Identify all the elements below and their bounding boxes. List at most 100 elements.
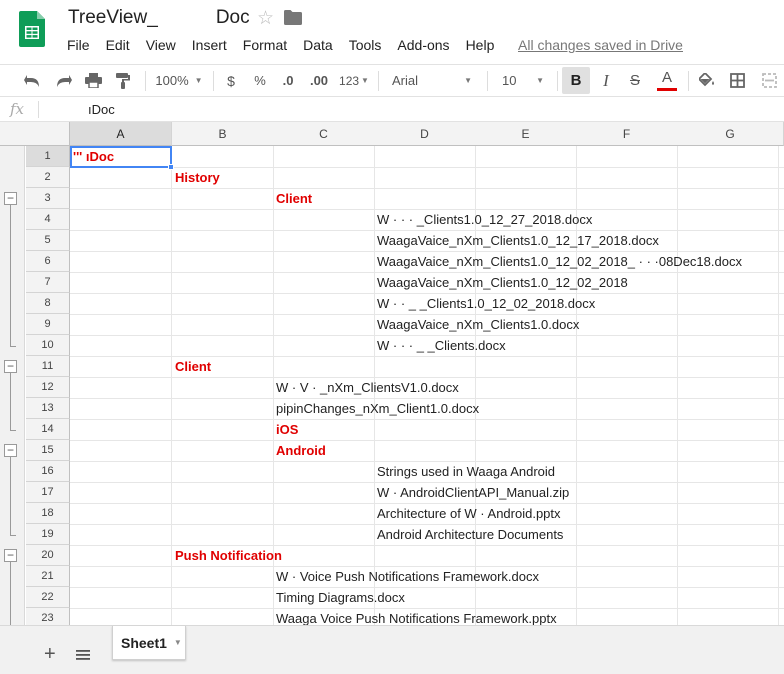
cell-d10[interactable]: W · · · _ _Clients.docx — [377, 335, 506, 356]
cell-d9[interactable]: WaagaVaice_nXm_Clients1.0.docx — [377, 314, 579, 335]
cell-c12[interactable]: W · V · _nXm_ClientsV1.0.docx — [276, 377, 459, 398]
row-header[interactable]: 18 — [26, 503, 70, 524]
row-header[interactable]: 6 — [26, 251, 70, 272]
row-header[interactable]: 2 — [26, 167, 70, 188]
cell-c15[interactable]: Android — [276, 440, 326, 461]
menu-help[interactable]: Help — [458, 36, 503, 54]
cell-d16[interactable]: Strings used in Waaga Android — [377, 461, 555, 482]
text-color-button[interactable]: A — [653, 65, 681, 96]
folder-icon[interactable] — [284, 10, 302, 25]
spreadsheet-grid[interactable]: ABCDEFG 1 2 3 4 5 6 7 8 9 10 11 12 13 14 15 16 17 18 19 20 2… — [0, 122, 784, 625]
cell-d19[interactable]: Android Architecture Documents — [377, 524, 563, 545]
cell-c3[interactable]: Client — [276, 188, 312, 209]
collapse-group-push-icon[interactable]: − — [4, 549, 17, 562]
row-header[interactable]: 21 — [26, 566, 70, 587]
column-header-b[interactable]: B — [172, 122, 274, 146]
row-header[interactable]: 17 — [26, 482, 70, 503]
collapse-group-history-icon[interactable]: − — [4, 192, 17, 205]
paint-format-icon[interactable] — [110, 65, 136, 96]
cell-d4[interactable]: W · · · _Clients1.0_12_27_2018.docx — [377, 209, 592, 230]
cell-d17[interactable]: W · AndroidClientAPI_Manual.zip — [377, 482, 569, 503]
formula-input[interactable]: ıDoc — [88, 102, 115, 117]
row-header[interactable]: 20 — [26, 545, 70, 566]
row-header[interactable]: 8 — [26, 293, 70, 314]
cell-d7[interactable]: WaagaVaice_nXm_Clients1.0_12_02_2018 — [377, 272, 628, 293]
column-header-d[interactable]: D — [374, 122, 476, 146]
undo-icon[interactable] — [20, 65, 46, 96]
bold-button[interactable]: B — [562, 67, 590, 94]
cell-b20[interactable]: Push Notification — [175, 545, 282, 566]
collapse-group-client-icon[interactable]: − — [4, 360, 17, 373]
row-header[interactable]: 13 — [26, 398, 70, 419]
percent-button[interactable]: % — [249, 65, 271, 96]
cell-d18[interactable]: Architecture of W · Android.pptx — [377, 503, 561, 524]
menu-data[interactable]: Data — [295, 36, 341, 54]
row-header[interactable]: 10 — [26, 335, 70, 356]
menu-file[interactable]: File — [59, 36, 98, 54]
selected-cell-a1[interactable] — [70, 146, 172, 168]
decrease-decimal-button[interactable]: .0 — [276, 65, 300, 96]
cell-c14[interactable]: iOS — [276, 419, 298, 440]
currency-button[interactable]: $ — [220, 65, 242, 96]
row-header[interactable]: 12 — [26, 377, 70, 398]
italic-button[interactable]: I — [593, 65, 619, 96]
menu-format[interactable]: Format — [235, 36, 295, 54]
menu-edit[interactable]: Edit — [98, 36, 138, 54]
row-header[interactable]: 14 — [26, 419, 70, 440]
font-size-select[interactable]: 10 ▼ — [494, 65, 552, 96]
cell-c21[interactable]: W · Voice Push Notifications Framework.d… — [276, 566, 539, 587]
borders-icon[interactable] — [724, 65, 750, 96]
collapse-group-android-icon[interactable]: − — [4, 444, 17, 457]
zoom-select[interactable]: 100% ▼ — [150, 65, 208, 96]
column-header-c[interactable]: C — [273, 122, 375, 146]
strikethrough-button[interactable]: S — [622, 65, 648, 96]
cell-b2[interactable]: History — [175, 167, 220, 188]
cell-c13[interactable]: pipinChanges_nXm_Client1.0.docx — [276, 398, 479, 419]
row-header[interactable]: 22 — [26, 587, 70, 608]
sheets-logo-icon[interactable] — [19, 11, 45, 47]
grid-vline — [778, 146, 779, 625]
menu-insert[interactable]: Insert — [184, 36, 235, 54]
save-status-link[interactable]: All changes saved in Drive — [518, 36, 683, 54]
column-header-f[interactable]: F — [576, 122, 678, 146]
column-header-a[interactable]: A — [70, 122, 172, 146]
menu-addons[interactable]: Add-ons — [389, 36, 457, 54]
row-header[interactable]: 16 — [26, 461, 70, 482]
toolbar-divider — [557, 71, 558, 91]
row-header[interactable]: 19 — [26, 524, 70, 545]
column-header-g[interactable]: G — [677, 122, 784, 146]
fill-handle[interactable] — [168, 164, 174, 170]
cell-d8[interactable]: W · · _ _Clients1.0_12_02_2018.docx — [377, 293, 595, 314]
star-icon[interactable]: ☆ — [257, 7, 274, 30]
merge-cells-icon[interactable] — [756, 65, 782, 96]
print-icon[interactable] — [80, 65, 106, 96]
row-header[interactable]: 15 — [26, 440, 70, 461]
increase-decimal-button[interactable]: .00 — [305, 65, 333, 96]
fill-color-icon[interactable] — [694, 65, 720, 96]
column-header-e[interactable]: E — [475, 122, 577, 146]
cell-d5[interactable]: WaagaVaice_nXm_Clients1.0_12_17_2018.doc… — [377, 230, 659, 251]
cell-d6[interactable]: WaagaVaice_nXm_Clients1.0_12_02_2018_ · … — [377, 251, 742, 272]
sheet-tab-sheet1[interactable]: Sheet1 ▼ — [112, 626, 186, 660]
row-header[interactable]: 11 — [26, 356, 70, 377]
cell-c23[interactable]: Waaga Voice Push Notifications Framework… — [276, 608, 557, 625]
add-sheet-icon[interactable]: + — [44, 644, 56, 664]
row-header[interactable]: 23 — [26, 608, 70, 625]
cell-b11[interactable]: Client — [175, 356, 211, 377]
row-header[interactable]: 4 — [26, 209, 70, 230]
font-select[interactable]: Arial ▼ — [384, 65, 480, 96]
cell-c22[interactable]: Timing Diagrams.docx — [276, 587, 405, 608]
row-header[interactable]: 1 — [26, 146, 70, 167]
menu-tools[interactable]: Tools — [341, 36, 390, 54]
redo-icon[interactable] — [50, 65, 76, 96]
row-header[interactable]: 9 — [26, 314, 70, 335]
row-header[interactable]: 3 — [26, 188, 70, 209]
menu-view[interactable]: View — [138, 36, 184, 54]
chevron-down-icon[interactable]: ▼ — [174, 638, 182, 647]
row-header[interactable]: 7 — [26, 272, 70, 293]
document-title[interactable]: TreeView_ Doc — [68, 7, 250, 29]
more-formats-button[interactable]: 123 ▼ — [336, 65, 372, 96]
select-all-corner[interactable] — [0, 122, 70, 146]
all-sheets-icon[interactable] — [76, 650, 90, 660]
row-header[interactable]: 5 — [26, 230, 70, 251]
